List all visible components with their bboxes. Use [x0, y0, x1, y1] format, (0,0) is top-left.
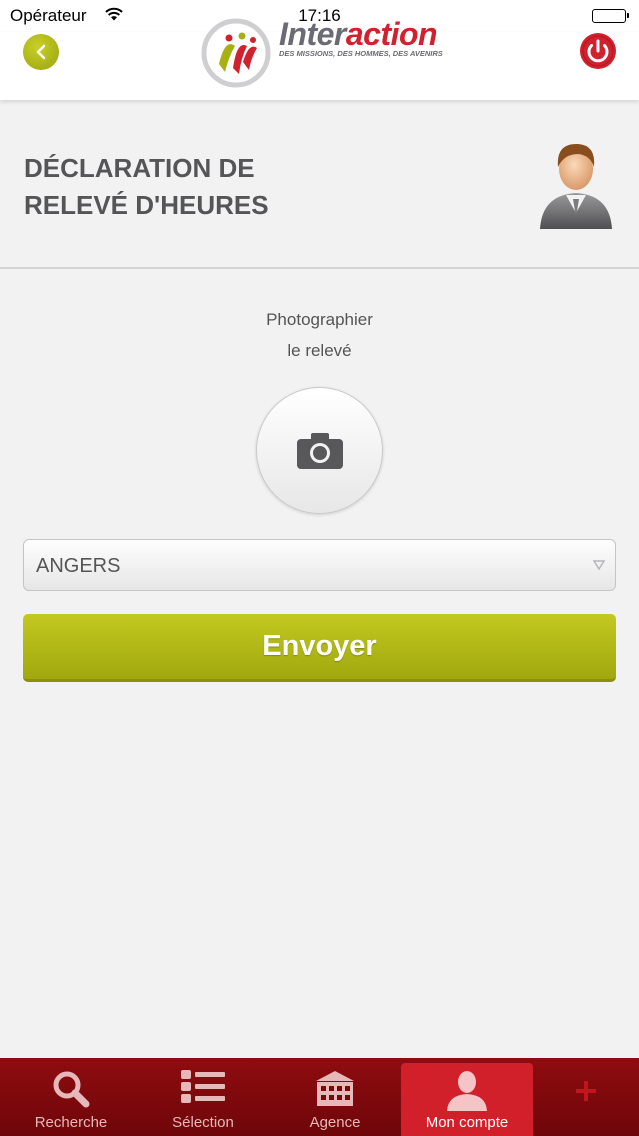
send-button[interactable]: Envoyer	[23, 614, 616, 682]
list-icon	[138, 1069, 268, 1109]
tab-recherche[interactable]: Recherche	[6, 1058, 136, 1136]
logo-tagline: DES MISSIONS, DES HOMMES, DES AVENIRS	[279, 49, 443, 58]
logout-button[interactable]	[579, 32, 617, 70]
user-icon	[401, 1069, 533, 1111]
user-avatar-icon	[536, 133, 616, 238]
building-icon	[270, 1069, 400, 1109]
interaction-logo: Interaction DES MISSIONS, DES HOMMES, DE…	[199, 16, 443, 95]
battery-icon	[592, 9, 629, 23]
plus-icon	[533, 1080, 639, 1120]
tab-mon-compte[interactable]: Mon compte	[401, 1063, 533, 1136]
tab-label: Mon compte	[425, 1114, 509, 1131]
chevron-left-icon	[36, 44, 46, 60]
app-header: Interaction DES MISSIONS, DES HOMMES, DE…	[0, 16, 639, 100]
photo-instruction: Photographier le relevé	[266, 310, 373, 360]
tab-label: Recherche	[34, 1114, 108, 1131]
tab-bar: Recherche Sélection Agence Mon compte	[0, 1058, 639, 1136]
tab-more[interactable]	[533, 1058, 639, 1136]
page-title: DÉCLARATION DE RELEVÉ D'HEURES	[24, 153, 269, 220]
power-icon	[580, 33, 616, 69]
page-title-section: DÉCLARATION DE RELEVÉ D'HEURES	[0, 100, 639, 269]
camera-icon	[296, 432, 343, 469]
search-icon	[6, 1069, 136, 1109]
tab-agence[interactable]: Agence	[270, 1058, 400, 1136]
tab-label: Agence	[309, 1114, 361, 1131]
tab-selection[interactable]: Sélection	[138, 1058, 268, 1136]
logo-emblem-icon	[201, 18, 271, 88]
chevron-down-icon	[583, 540, 615, 590]
logo-wordmark: Interaction	[279, 16, 438, 52]
tab-label: Sélection	[172, 1114, 234, 1131]
take-photo-button[interactable]	[256, 387, 383, 514]
agency-select-value: ANGERS	[36, 555, 121, 577]
agency-select[interactable]: ANGERS	[23, 539, 616, 591]
back-button[interactable]	[23, 34, 59, 70]
